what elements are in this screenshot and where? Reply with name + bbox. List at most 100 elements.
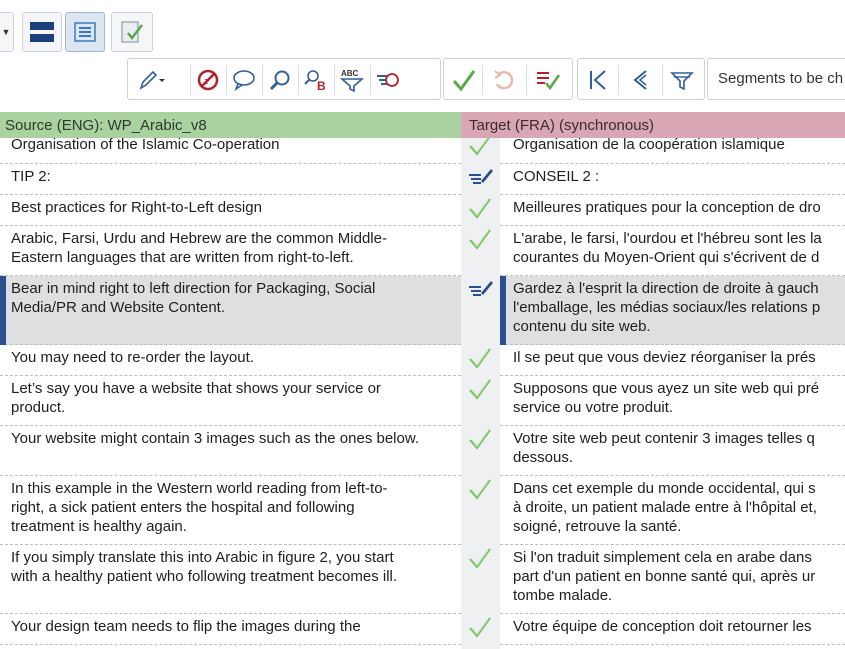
confirm-list-button[interactable] xyxy=(532,63,564,97)
confirmed-check-icon xyxy=(463,138,497,158)
source-text-line: In this example in the Western world rea… xyxy=(11,480,388,497)
confirmed-check-icon xyxy=(463,376,497,402)
toolbar-group-edit: z B ABC xyxy=(127,58,441,100)
edited-status-icon xyxy=(463,276,497,302)
target-cell[interactable]: Votre site web peut contenir 3 images te… xyxy=(500,426,845,476)
target-text-line: Organisation de la coopération islamique xyxy=(513,138,785,153)
segment-row[interactable]: If you simply translate this into Arabic… xyxy=(0,545,845,614)
source-text-line: Arabic, Farsi, Urdu and Hebrew are the c… xyxy=(11,230,387,247)
target-text-line: dessous. xyxy=(513,449,574,466)
source-text-line: Bear in mind right to left direction for… xyxy=(11,280,376,297)
confirmed-check-icon xyxy=(463,476,497,502)
previous-segment-button[interactable] xyxy=(624,63,656,97)
source-cell[interactable]: In this example in the Western world rea… xyxy=(0,476,461,545)
source-cell[interactable]: You may need to re-order the layout. xyxy=(0,345,461,376)
target-cell[interactable]: Organisation de la coopération islamique xyxy=(500,138,845,164)
source-text-line: Eastern languages that are written from … xyxy=(11,249,354,266)
target-cell[interactable]: Si l'on traduit simplement cela en arabe… xyxy=(500,545,845,614)
source-cell[interactable]: Organisation of the Islamic Co-operation xyxy=(0,138,461,164)
list-view-button[interactable] xyxy=(65,12,105,52)
target-text-line: soigné, retrouve la santé. xyxy=(513,518,682,535)
target-text-line: part d'un patient en bonne santé qui, ap… xyxy=(513,568,816,585)
list-view-icon xyxy=(74,22,96,42)
source-cell[interactable]: If you simply translate this into Arabic… xyxy=(0,545,461,614)
no-comment-icon: z xyxy=(197,69,219,91)
view-dropdown[interactable]: ▼ xyxy=(0,12,14,52)
segment-row[interactable]: Bear in mind right to left direction for… xyxy=(0,276,845,345)
target-cell[interactable]: CONSEIL 2 : xyxy=(500,164,845,195)
edited-status-icon xyxy=(463,164,497,190)
target-cell[interactable]: Gardez à l'esprit la direction de droite… xyxy=(500,276,845,345)
checklist-button[interactable] xyxy=(111,12,153,52)
segment-row[interactable]: Arabic, Farsi, Urdu and Hebrew are the c… xyxy=(0,226,845,276)
segment-row[interactable]: Best practices for Right-to-Left design M… xyxy=(0,195,845,226)
segment-row[interactable]: You may need to re-order the layout. Il s… xyxy=(0,345,845,376)
target-text-line: Si l'on traduit simplement cela en arabe… xyxy=(513,549,812,566)
source-cell[interactable]: Your website might contain 3 images such… xyxy=(0,426,461,476)
source-column-header: Source (ENG): WP_Arabic_v8 xyxy=(0,112,461,138)
target-cell[interactable]: Meilleures pratiques pour la conception … xyxy=(500,195,845,226)
confirmed-check-icon xyxy=(463,545,497,571)
source-text-line: Best practices for Right-to-Left design xyxy=(11,199,262,216)
target-text-line: à droite, un patient malade entre à l'hô… xyxy=(513,499,817,516)
pen-icon xyxy=(139,70,165,90)
segment-filter-select[interactable]: Segments to be ch xyxy=(707,58,845,100)
undo-button[interactable] xyxy=(488,63,520,97)
target-text-line: tombe malade. xyxy=(513,587,613,604)
active-segment-marker xyxy=(500,276,506,345)
replace-button[interactable]: B xyxy=(300,63,332,97)
run-qa-button[interactable] xyxy=(372,63,404,97)
previous-segment-icon xyxy=(633,70,647,90)
first-segment-button[interactable] xyxy=(582,63,614,97)
target-text-line: Supposons que vous ayez un site web qui … xyxy=(513,380,820,397)
pen-button[interactable] xyxy=(132,63,172,97)
target-cell[interactable]: L'arabe, le farsi, l'ourdou et l'hébreu … xyxy=(500,226,845,276)
source-cell[interactable]: Let’s say you have a website that shows … xyxy=(0,376,461,426)
source-cell[interactable]: Arabic, Farsi, Urdu and Hebrew are the c… xyxy=(0,226,461,276)
confirmed-check-icon xyxy=(463,426,497,452)
confirm-list-icon xyxy=(537,72,561,91)
target-text-line: Votre site web peut contenir 3 images te… xyxy=(513,430,815,447)
source-text-line: right, a sick patient enters the hospita… xyxy=(11,499,355,516)
source-cell[interactable]: Best practices for Right-to-Left design xyxy=(0,195,461,226)
source-text-line: You may need to re-order the layout. xyxy=(11,349,254,366)
source-text-line: Organisation of the Islamic Co-operation xyxy=(11,138,280,153)
checklist-icon xyxy=(121,21,143,43)
segment-row[interactable]: TIP 2: CONSEIL 2 : xyxy=(0,164,845,195)
split-horizontal-button[interactable] xyxy=(22,12,62,52)
spell-check-filter-button[interactable]: ABC xyxy=(336,63,368,97)
target-cell[interactable]: Dans cet exemple du monde occidental, qu… xyxy=(500,476,845,545)
source-text-line: with a healthy patient who following tre… xyxy=(11,568,398,585)
source-text-line: If you simply translate this into Arabic… xyxy=(11,549,394,566)
source-cell[interactable]: Your design team needs to flip the image… xyxy=(0,614,461,645)
segment-row[interactable]: In this example in the Western world rea… xyxy=(0,476,845,545)
svg-text:B: B xyxy=(317,79,326,92)
comment-button[interactable] xyxy=(228,63,260,97)
segment-row[interactable]: Your website might contain 3 images such… xyxy=(0,426,845,476)
filter-button[interactable] xyxy=(666,63,698,97)
segment-row[interactable]: Let’s say you have a website that shows … xyxy=(0,376,845,426)
source-cell[interactable]: TIP 2: xyxy=(0,164,461,195)
undo-icon xyxy=(494,70,514,90)
svg-text:ABC: ABC xyxy=(341,69,359,78)
confirm-button[interactable] xyxy=(448,63,480,97)
target-text-line: l'emballage, les médias sociaux/les rela… xyxy=(513,299,821,316)
target-cell[interactable]: Il se peut que vous deviez réorganiser l… xyxy=(500,345,845,376)
source-text-line: Your design team needs to flip the image… xyxy=(11,618,361,635)
target-text-line: Gardez à l'esprit la direction de droite… xyxy=(513,280,819,297)
target-text-line: CONSEIL 2 : xyxy=(513,168,600,185)
search-button[interactable] xyxy=(264,63,296,97)
target-cell[interactable]: Supposons que vous ayez un site web qui … xyxy=(500,376,845,426)
target-text-line: courantes du Moyen-Orient qui s'écrivent… xyxy=(513,249,820,266)
source-text-line: TIP 2: xyxy=(11,168,51,185)
confirmed-check-icon xyxy=(463,614,497,640)
segment-row[interactable]: Your design team needs to flip the image… xyxy=(0,614,845,645)
source-cell[interactable]: Bear in mind right to left direction for… xyxy=(0,276,461,345)
comment-icon xyxy=(233,70,255,91)
replace-icon: B xyxy=(304,70,326,92)
target-cell[interactable]: Votre équipe de conception doit retourne… xyxy=(500,614,845,645)
filter-icon xyxy=(670,72,694,91)
segment-row[interactable]: Organisation of the Islamic Co-operation… xyxy=(0,138,845,164)
delete-comment-button[interactable]: z xyxy=(192,63,224,97)
target-text-line: Votre équipe de conception doit retourne… xyxy=(513,618,812,635)
